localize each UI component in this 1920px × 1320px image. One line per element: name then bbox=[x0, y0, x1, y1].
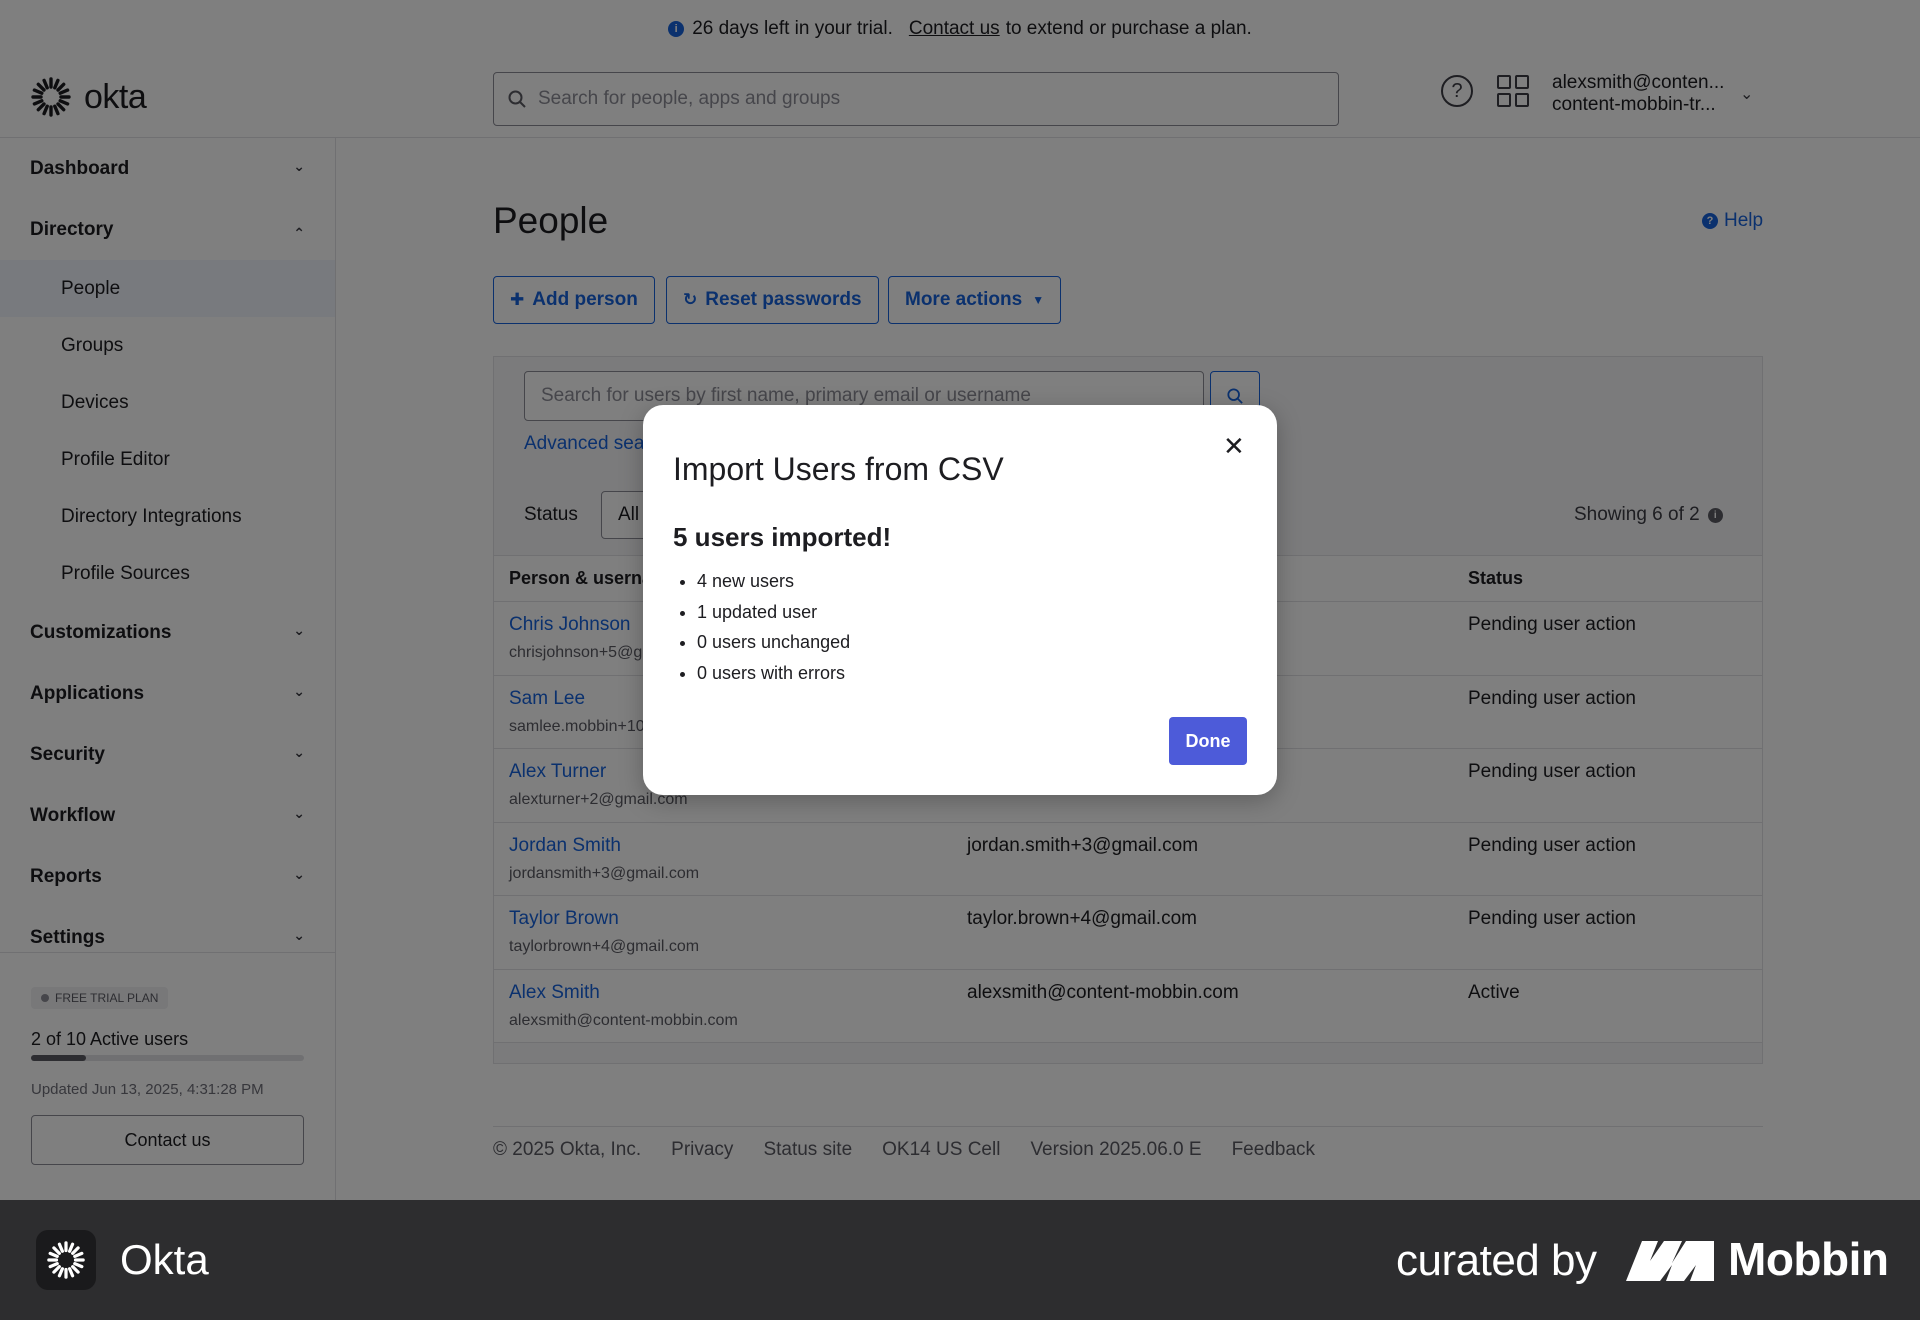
list-item: 0 users unchanged bbox=[697, 627, 850, 658]
mobbin-mark-icon bbox=[1626, 1241, 1714, 1281]
modal-title: Import Users from CSV bbox=[673, 451, 1004, 487]
import-summary-list: 4 new users 1 updated user 0 users uncha… bbox=[697, 566, 850, 688]
list-item: 0 users with errors bbox=[697, 658, 850, 689]
mobbin-logo: Mobbin bbox=[1626, 1232, 1889, 1286]
done-button[interactable]: Done bbox=[1169, 717, 1247, 765]
modal-subtitle: 5 users imported! bbox=[673, 522, 892, 552]
curated-by-text: curated by bbox=[1396, 1236, 1597, 1285]
list-item: 1 updated user bbox=[697, 597, 850, 628]
mobbin-wordmark: Mobbin bbox=[1728, 1233, 1889, 1285]
brand-app: Okta bbox=[36, 1230, 209, 1290]
close-icon[interactable]: ✕ bbox=[1223, 433, 1245, 459]
okta-app-icon bbox=[36, 1230, 96, 1290]
brand-bar: Okta curated by Mobbin bbox=[0, 1200, 1920, 1320]
brand-app-name: Okta bbox=[120, 1236, 209, 1283]
import-users-modal: ✕ Import Users from CSV 5 users imported… bbox=[643, 405, 1277, 795]
list-item: 4 new users bbox=[697, 566, 850, 597]
